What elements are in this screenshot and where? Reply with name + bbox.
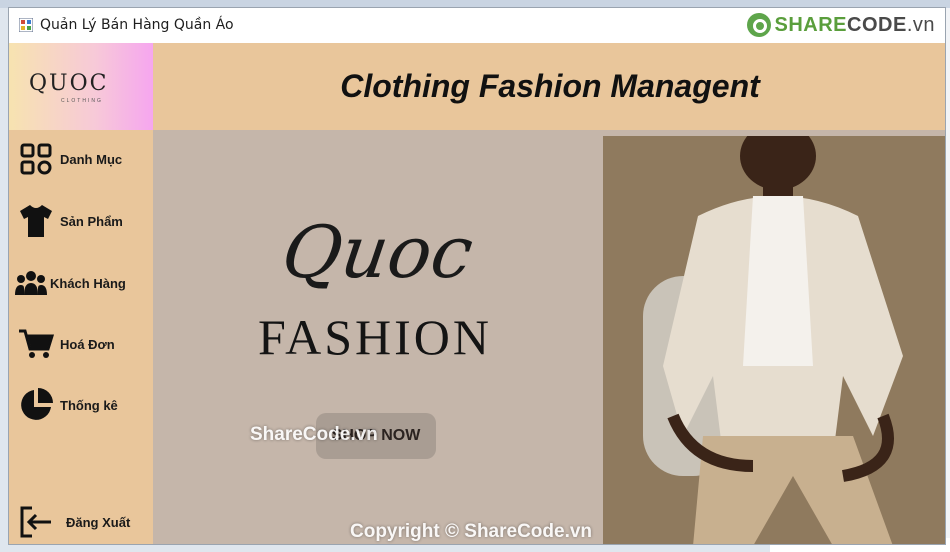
sidebar-item-danh-muc[interactable]: Danh Mục <box>9 136 153 182</box>
sharecode-logo: SHARECODE.vn <box>746 12 936 38</box>
sidebar-item-san-pham[interactable]: Sản Phẩm <box>9 198 153 244</box>
title-bar[interactable]: Quản Lý Bán Hàng Quần Áo SHARECODE.vn <box>9 8 945 42</box>
logo-part-share: SHARE <box>774 13 848 36</box>
pie-chart-icon <box>16 385 56 425</box>
sidebar: Danh Mục Sản Phẩm Khách Hàng Hoá Đơn Thố… <box>9 130 153 544</box>
sidebar-item-label: Khách Hàng <box>50 275 126 291</box>
model-photo <box>603 130 945 544</box>
banner-script-text: Quoc <box>277 210 478 294</box>
sidebar-item-label: Hoá Đơn <box>60 336 115 352</box>
logout-label: Đăng Xuất <box>66 514 131 530</box>
sidebar-item-label: Sản Phẩm <box>60 213 123 229</box>
window-title: Quản Lý Bán Hàng Quần Áo <box>40 17 234 33</box>
sidebar-item-thong-ke[interactable]: Thống kê <box>9 382 153 428</box>
sidebar-item-label: Thống kê <box>60 397 118 413</box>
header-bar: Clothing Fashion Managent <box>153 43 945 130</box>
sharecode-logo-icon <box>746 13 771 37</box>
page-title: Clothing Fashion Managent <box>340 68 760 104</box>
sidebar-item-label: Danh Mục <box>60 151 123 167</box>
brand-logo-box: QUOC CLOTHING <box>9 43 153 130</box>
app-window: Quản Lý Bán Hàng Quần Áo SHARECODE.vn QU… <box>8 7 946 545</box>
watermark-text: ShareCode.vn <box>250 424 378 445</box>
users-icon <box>13 263 49 303</box>
brand-logo-text: QUOC <box>29 71 109 96</box>
model-photo-illustration <box>603 130 945 544</box>
promo-banner: Quoc FASHION SHOP NOW ShareCode.vn Copyr… <box>153 130 945 544</box>
logo-part-code: CODE <box>847 13 907 36</box>
logout-button[interactable]: Đăng Xuất <box>9 499 153 544</box>
app-window-icon <box>19 18 33 32</box>
logo-part-domain: .vn <box>906 13 935 36</box>
brand-logo-subtext: CLOTHING <box>61 98 103 104</box>
grid-icon <box>16 139 56 179</box>
cart-icon <box>16 324 56 364</box>
tshirt-icon <box>16 201 56 241</box>
sidebar-item-khach-hang[interactable]: Khách Hàng <box>9 260 153 306</box>
sidebar-item-hoa-don[interactable]: Hoá Đơn <box>9 321 153 367</box>
banner-brand-text: FASHION <box>258 309 492 365</box>
copyright-watermark: Copyright © ShareCode.vn <box>350 521 593 542</box>
logout-icon <box>16 502 56 542</box>
